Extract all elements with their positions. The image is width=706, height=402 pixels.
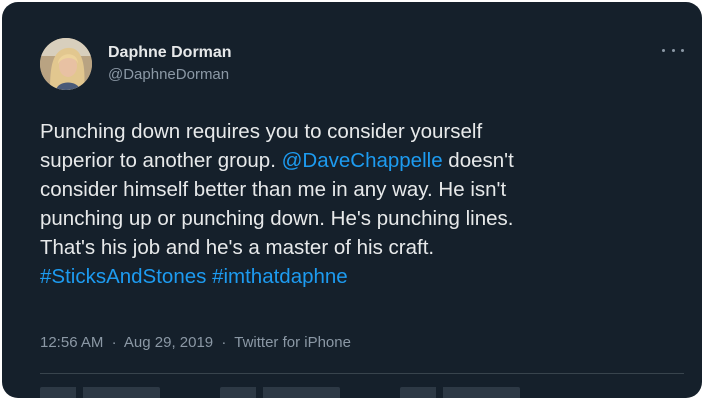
tweet-text-line: superior to another group. @DaveChappell… [40,146,680,175]
tweet-text: Punching down requires you to consider y… [40,117,680,291]
divider [40,373,684,374]
more-dot [681,48,684,52]
more-dot [671,48,675,52]
tweet-card: Daphne Dorman @DaphneDorman Punching dow… [2,2,702,398]
tweet-text-segment: doesn't [442,149,514,172]
tweet-date[interactable]: Aug 29, 2019 [124,334,213,351]
tweet-author: Daphne Dorman @DaphneDorman [108,43,232,85]
tweet-metadata: 12:56 AM · Aug 29, 2019 · Twitter for iP… [40,333,351,353]
stat-placeholder [400,387,520,398]
tweet-text-segment: superior to another group. [40,149,282,172]
tweet-source[interactable]: Twitter for iPhone [234,334,351,351]
meta-separator: · [111,334,117,351]
tweet-text-segment: punching up or punching down. He's punch… [40,207,514,230]
tweet-text-segment: consider himself better than me in any w… [40,178,507,201]
avatar[interactable] [40,38,92,90]
hashtag-link[interactable]: #SticksAndStones [40,265,206,288]
author-handle[interactable]: @DaphneDorman [108,65,232,85]
tweet-text-line: punching up or punching down. He's punch… [40,204,680,233]
tweet-text-line: consider himself better than me in any w… [40,175,680,204]
tweet-text-segment: That's his job and he's a master of his … [40,236,435,259]
hashtag-link[interactable]: #imthatdaphne [212,265,348,288]
stat-placeholder [220,387,340,398]
tweet-text-segment: Punching down requires you to consider y… [40,120,483,143]
avatar-image [40,38,92,90]
tweet-text-line: That's his job and he's a master of his … [40,233,680,262]
meta-separator: · [221,334,227,351]
mention-link[interactable]: @DaveChappelle [282,149,443,172]
more-dot [662,48,665,52]
engagement-stats-cropped [40,387,520,398]
tweet-text-line: #SticksAndStones #imthatdaphne [40,262,680,291]
tweet-time[interactable]: 12:56 AM [40,334,103,351]
tweet-text-line: Punching down requires you to consider y… [40,117,680,146]
author-display-name[interactable]: Daphne Dorman [108,43,232,63]
more-options-icon[interactable] [662,44,684,56]
stat-placeholder [40,387,160,398]
